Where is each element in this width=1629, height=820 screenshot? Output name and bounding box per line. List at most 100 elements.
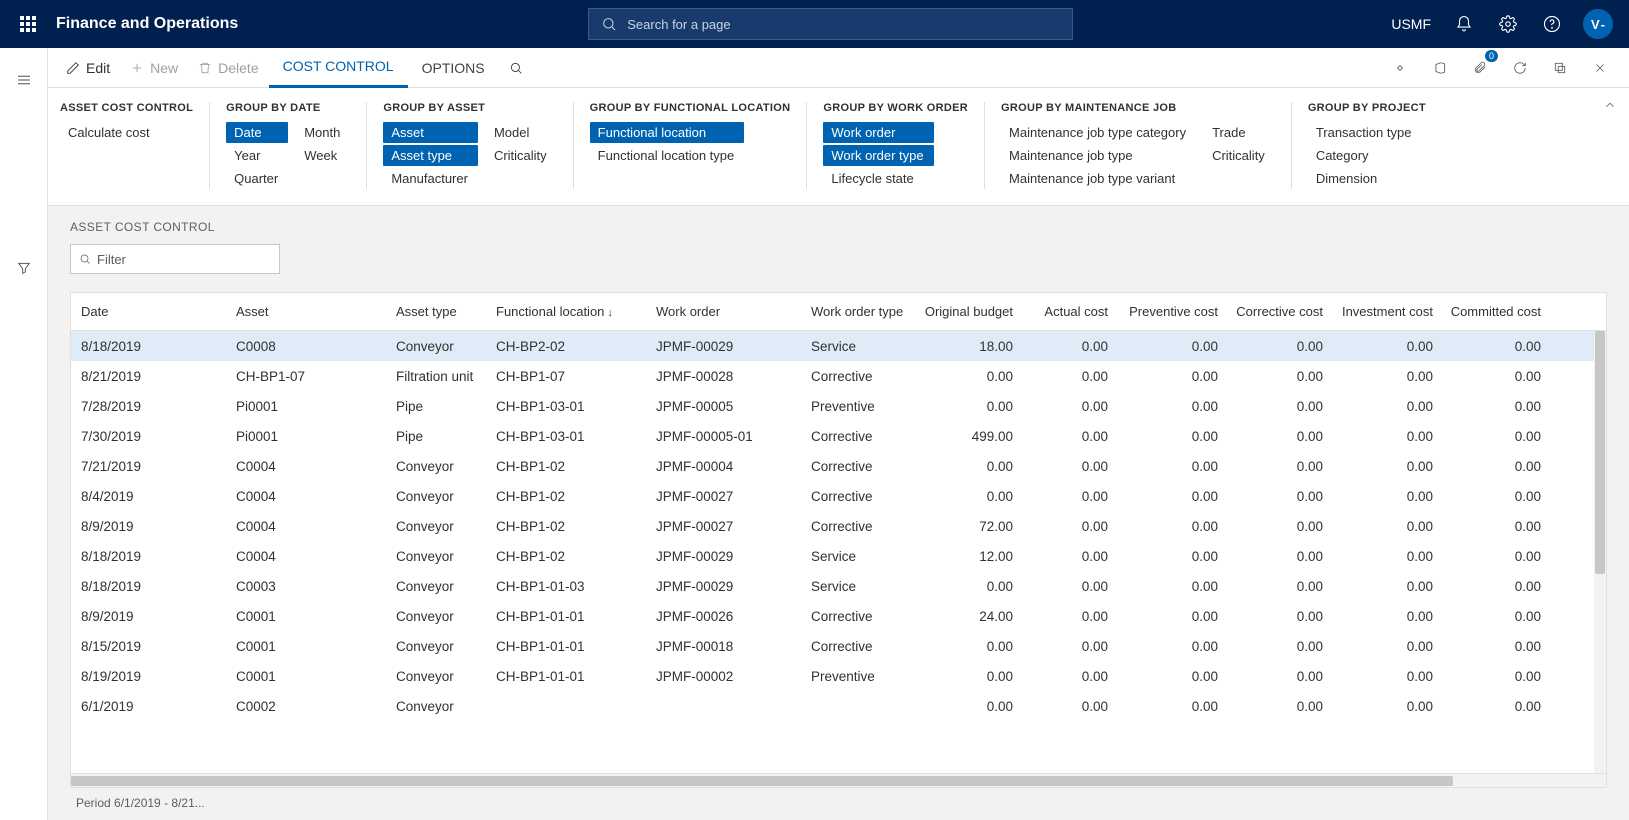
cell: 0.00 — [1112, 369, 1222, 384]
tab-cost-control[interactable]: COST CONTROL — [269, 48, 408, 88]
cell: Corrective — [807, 429, 917, 444]
ribbon-item[interactable]: Trade — [1204, 122, 1275, 143]
hamburger-menu-button[interactable] — [4, 60, 44, 100]
attachments-button[interactable]: 0 — [1465, 53, 1495, 83]
column-header[interactable]: Original budget — [917, 304, 1017, 319]
horizontal-scrollbar[interactable] — [71, 773, 1606, 787]
ribbon-item[interactable]: Maintenance job type — [1001, 145, 1196, 166]
table-row[interactable]: 8/18/2019C0008ConveyorCH-BP2-02JPMF-0002… — [71, 331, 1606, 361]
ribbon-item[interactable]: Lifecycle state — [823, 168, 933, 189]
table-row[interactable]: 8/4/2019C0004ConveyorCH-BP1-02JPMF-00027… — [71, 481, 1606, 511]
ribbon-item[interactable]: Month — [296, 122, 350, 143]
ribbon-item[interactable]: Maintenance job type variant — [1001, 168, 1196, 189]
cell: 0.00 — [1112, 489, 1222, 504]
ribbon-item[interactable]: Asset — [383, 122, 478, 143]
cell: 0.00 — [1017, 489, 1112, 504]
collapse-ribbon-button[interactable] — [1603, 98, 1617, 115]
column-header[interactable]: Preventive cost — [1112, 304, 1222, 319]
ribbon-group: GROUP BY WORK ORDERWork orderWork order … — [806, 102, 984, 189]
cell: Conveyor — [392, 339, 492, 354]
user-avatar[interactable]: V- — [1583, 9, 1613, 39]
table-row[interactable]: 8/19/2019C0001ConveyorCH-BP1-01-01JPMF-0… — [71, 661, 1606, 691]
filter-input[interactable]: Filter — [70, 244, 280, 274]
ribbon-item[interactable]: Functional location type — [590, 145, 745, 166]
table-row[interactable]: 8/9/2019C0004ConveyorCH-BP1-02JPMF-00027… — [71, 511, 1606, 541]
column-header[interactable]: Date — [77, 304, 232, 319]
cell: CH-BP1-01-01 — [492, 639, 652, 654]
cell: 0.00 — [1112, 609, 1222, 624]
ribbon-item[interactable]: Date — [226, 122, 288, 143]
ribbon-item[interactable]: Transaction type — [1308, 122, 1422, 143]
cell: JPMF-00027 — [652, 489, 807, 504]
close-button[interactable] — [1585, 53, 1615, 83]
ribbon-item[interactable]: Maintenance job type category — [1001, 122, 1196, 143]
ribbon-item[interactable]: Manufacturer — [383, 168, 478, 189]
ribbon-item[interactable]: Asset type — [383, 145, 478, 166]
table-row[interactable]: 8/18/2019C0004ConveyorCH-BP1-02JPMF-0002… — [71, 541, 1606, 571]
ribbon-item[interactable]: Functional location — [590, 122, 745, 143]
cell: CH-BP1-02 — [492, 519, 652, 534]
ribbon-item[interactable]: Quarter — [226, 168, 288, 189]
ribbon-item[interactable]: Calculate cost — [60, 122, 160, 143]
ribbon-item[interactable]: Year — [226, 145, 288, 166]
edit-button[interactable]: Edit — [56, 49, 120, 87]
cell: 7/30/2019 — [77, 429, 232, 444]
cell: 8/15/2019 — [77, 639, 232, 654]
cell: 0.00 — [1327, 609, 1437, 624]
popout-button[interactable] — [1545, 53, 1575, 83]
settings-button[interactable] — [1487, 0, 1529, 48]
ribbon-item[interactable]: Criticality — [1204, 145, 1275, 166]
cell: Corrective — [807, 519, 917, 534]
column-header[interactable]: Committed cost — [1437, 304, 1545, 319]
ribbon-group-title: GROUP BY DATE — [226, 102, 350, 114]
column-header[interactable]: Asset — [232, 304, 392, 319]
column-header[interactable]: Functional location↓ — [492, 304, 652, 319]
cell: 0.00 — [1017, 339, 1112, 354]
column-header[interactable]: Asset type — [392, 304, 492, 319]
global-search[interactable]: Search for a page — [588, 8, 1073, 40]
cell: CH-BP1-02 — [492, 489, 652, 504]
ribbon-item[interactable]: Week — [296, 145, 350, 166]
column-header[interactable]: Work order type — [807, 304, 917, 319]
table-row[interactable]: 6/1/2019C0002Conveyor0.000.000.000.000.0… — [71, 691, 1606, 721]
column-header[interactable]: Work order — [652, 304, 807, 319]
cell: 0.00 — [1222, 639, 1327, 654]
column-header[interactable]: Investment cost — [1327, 304, 1437, 319]
table-row[interactable]: 7/21/2019C0004ConveyorCH-BP1-02JPMF-0000… — [71, 451, 1606, 481]
ribbon-item[interactable]: Dimension — [1308, 168, 1422, 189]
table-row[interactable]: 8/21/2019CH-BP1-07Filtration unitCH-BP1-… — [71, 361, 1606, 391]
tab-options[interactable]: OPTIONS — [408, 48, 499, 88]
filter-pane-button[interactable] — [4, 248, 44, 288]
ribbon-item[interactable]: Model — [486, 122, 557, 143]
column-header[interactable]: Actual cost — [1017, 304, 1112, 319]
cell: Pi0001 — [232, 429, 392, 444]
cell: Pi0001 — [232, 399, 392, 414]
vertical-scrollbar[interactable] — [1594, 331, 1606, 773]
table-row[interactable]: 8/9/2019C0001ConveyorCH-BP1-01-01JPMF-00… — [71, 601, 1606, 631]
column-header[interactable]: Corrective cost — [1222, 304, 1327, 319]
cell: Conveyor — [392, 549, 492, 564]
link-icon[interactable] — [1385, 53, 1415, 83]
table-row[interactable]: 7/28/2019Pi0001PipeCH-BP1-03-01JPMF-0000… — [71, 391, 1606, 421]
refresh-button[interactable] — [1505, 53, 1535, 83]
cell: JPMF-00029 — [652, 549, 807, 564]
cell: CH-BP1-03-01 — [492, 429, 652, 444]
ribbon-item[interactable]: Work order — [823, 122, 933, 143]
ribbon-item[interactable]: Work order type — [823, 145, 933, 166]
find-button[interactable] — [499, 49, 533, 87]
ribbon-item[interactable]: Category — [1308, 145, 1422, 166]
cell: JPMF-00029 — [652, 339, 807, 354]
company-label[interactable]: USMF — [1381, 16, 1441, 32]
app-launcher-button[interactable] — [8, 0, 48, 48]
office-icon[interactable] — [1425, 53, 1455, 83]
table-row[interactable]: 7/30/2019Pi0001PipeCH-BP1-03-01JPMF-0000… — [71, 421, 1606, 451]
section-title: ASSET COST CONTROL — [70, 220, 1607, 234]
cell: 8/4/2019 — [77, 489, 232, 504]
table-row[interactable]: 8/18/2019C0003ConveyorCH-BP1-01-03JPMF-0… — [71, 571, 1606, 601]
table-row[interactable]: 8/15/2019C0001ConveyorCH-BP1-01-01JPMF-0… — [71, 631, 1606, 661]
ribbon-item[interactable]: Criticality — [486, 145, 557, 166]
notifications-button[interactable] — [1443, 0, 1485, 48]
cell: 0.00 — [917, 369, 1017, 384]
help-button[interactable] — [1531, 0, 1573, 48]
cell: 8/18/2019 — [77, 549, 232, 564]
